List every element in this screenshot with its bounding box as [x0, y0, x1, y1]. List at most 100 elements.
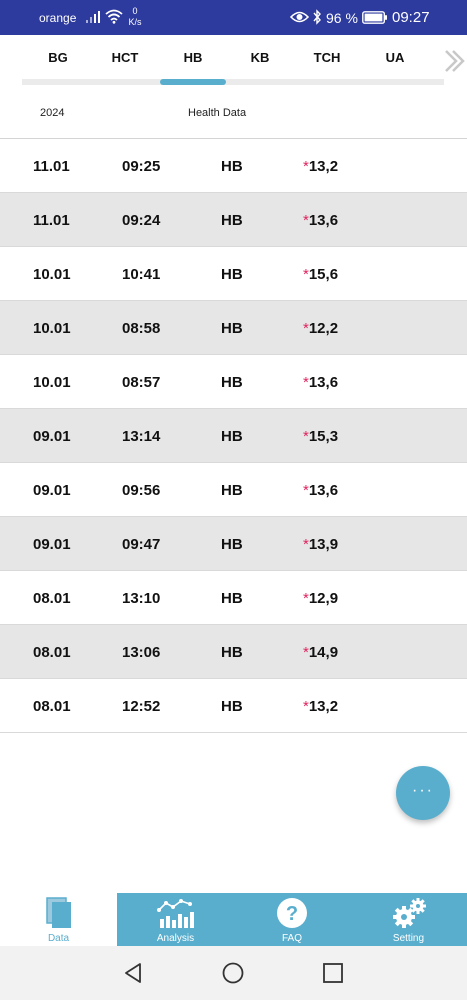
record-value-number: 15,6: [308, 266, 339, 283]
table-row[interactable]: 09.01 13:14 HB *15,3: [0, 409, 467, 463]
record-type: HB: [221, 212, 243, 229]
record-type: HB: [221, 266, 243, 283]
table-row[interactable]: 10.01 10:41 HB *15,6: [0, 247, 467, 301]
record-time: 09:47: [122, 536, 161, 553]
network-speed-unit: K/s: [128, 17, 142, 27]
record-time: 08:57: [122, 374, 161, 391]
record-value-number: 13,6: [308, 482, 339, 499]
nav-faq[interactable]: ? FAQ: [234, 893, 350, 946]
record-type: HB: [221, 428, 243, 445]
record-time: 09:56: [122, 482, 161, 499]
record-time: 12:52: [122, 698, 161, 715]
network-speed-value: 0: [132, 6, 138, 16]
parameter-tabs: BG HCT HB KB TCH UA: [0, 35, 467, 85]
record-value: *14,9: [303, 644, 338, 661]
nav-setting-label: Setting: [392, 933, 425, 944]
record-type: HB: [221, 482, 243, 499]
chevron-right-icon[interactable]: [442, 48, 466, 74]
nav-analysis[interactable]: Analysis: [117, 893, 234, 946]
record-value-number: 13,2: [308, 698, 339, 715]
record-value: *13,6: [303, 212, 338, 229]
nav-data[interactable]: Data: [0, 893, 117, 946]
record-date: 08.01: [33, 590, 71, 607]
page-title: Health Data: [188, 107, 247, 119]
svg-text:?: ?: [286, 903, 298, 925]
record-value-number: 15,3: [308, 428, 339, 445]
back-icon[interactable]: [122, 962, 144, 984]
record-type: HB: [221, 644, 243, 661]
record-time: 09:24: [122, 212, 161, 229]
record-type: HB: [221, 590, 243, 607]
table-row[interactable]: 11.01 09:25 HB *13,2: [0, 139, 467, 193]
record-value-number: 12,2: [308, 320, 339, 337]
record-type: HB: [221, 698, 243, 715]
table-row[interactable]: 09.01 09:56 HB *13,6: [0, 463, 467, 517]
record-value-number: 13,9: [308, 536, 339, 553]
record-value: *13,9: [303, 536, 338, 553]
question-icon: ?: [277, 898, 307, 928]
chart-icon: [156, 899, 194, 928]
nav-data-label: Data: [47, 933, 70, 944]
record-value: *12,9: [303, 590, 338, 607]
data-icon: [45, 897, 71, 928]
record-value-number: 13,6: [308, 374, 339, 391]
record-date: 08.01: [33, 698, 71, 715]
record-time: 13:10: [122, 590, 161, 607]
nav-setting[interactable]: Setting: [350, 893, 467, 946]
battery-percent: 96 %: [326, 10, 358, 26]
tab-hct[interactable]: HCT: [90, 50, 160, 65]
table-row[interactable]: 10.01 08:57 HB *13,6: [0, 355, 467, 409]
tab-kb[interactable]: KB: [225, 50, 295, 65]
tab-hb[interactable]: HB: [158, 50, 228, 65]
table-row[interactable]: 09.01 09:47 HB *13,9: [0, 517, 467, 571]
record-value-number: 13,6: [308, 212, 339, 229]
record-value: *13,6: [303, 482, 338, 499]
list-header: 2024 Health Data: [0, 86, 467, 139]
record-type: HB: [221, 320, 243, 337]
more-options-button[interactable]: ···: [396, 766, 450, 820]
table-row[interactable]: 08.01 13:06 HB *14,9: [0, 625, 467, 679]
record-time: 13:14: [122, 428, 161, 445]
record-date: 09.01: [33, 482, 71, 499]
health-data-list: 11.01 09:25 HB *13,2 11.01 09:24 HB *13,…: [0, 139, 467, 733]
nav-faq-label: FAQ: [281, 933, 302, 944]
record-type: HB: [221, 536, 243, 553]
carrier-name: orange: [39, 11, 77, 25]
gears-icon: [392, 898, 426, 928]
system-navigation-bar: [0, 946, 467, 1000]
record-time: 08:58: [122, 320, 161, 337]
record-value: *12,2: [303, 320, 338, 337]
tab-selected-indicator: [160, 79, 226, 85]
record-date: 10.01: [33, 266, 71, 283]
home-icon[interactable]: [222, 962, 244, 984]
record-date: 11.01: [33, 212, 70, 229]
nav-analysis-label: Analysis: [156, 933, 195, 944]
table-row[interactable]: 08.01 13:10 HB *12,9: [0, 571, 467, 625]
table-row[interactable]: 10.01 08:58 HB *12,2: [0, 301, 467, 355]
clock: 09:27: [392, 9, 430, 26]
status-bar: orange 0 K/s 96 % 09:27: [0, 0, 467, 35]
record-time: 09:25: [122, 158, 161, 175]
record-value-number: 14,9: [308, 644, 339, 661]
record-date: 10.01: [33, 374, 71, 391]
record-value: *13,2: [303, 698, 338, 715]
table-row[interactable]: 08.01 12:52 HB *13,2: [0, 679, 467, 733]
record-value-number: 12,9: [308, 590, 339, 607]
record-type: HB: [221, 374, 243, 391]
eye-icon: [290, 11, 309, 23]
recents-icon[interactable]: [322, 962, 344, 984]
tab-tch[interactable]: TCH: [292, 50, 362, 65]
record-date: 09.01: [33, 428, 71, 445]
record-value: *15,3: [303, 428, 338, 445]
network-speed: 0 K/s: [127, 6, 143, 28]
battery-icon: [362, 11, 387, 24]
tab-indicator-track: [22, 79, 444, 85]
tab-bg[interactable]: BG: [23, 50, 93, 65]
record-time: 10:41: [122, 266, 161, 283]
table-row[interactable]: 11.01 09:24 HB *13,6: [0, 193, 467, 247]
bluetooth-icon: [313, 9, 321, 25]
record-value: *13,6: [303, 374, 338, 391]
record-value: *13,2: [303, 158, 338, 175]
signal-icon: [86, 11, 100, 23]
tab-ua[interactable]: UA: [360, 50, 430, 65]
